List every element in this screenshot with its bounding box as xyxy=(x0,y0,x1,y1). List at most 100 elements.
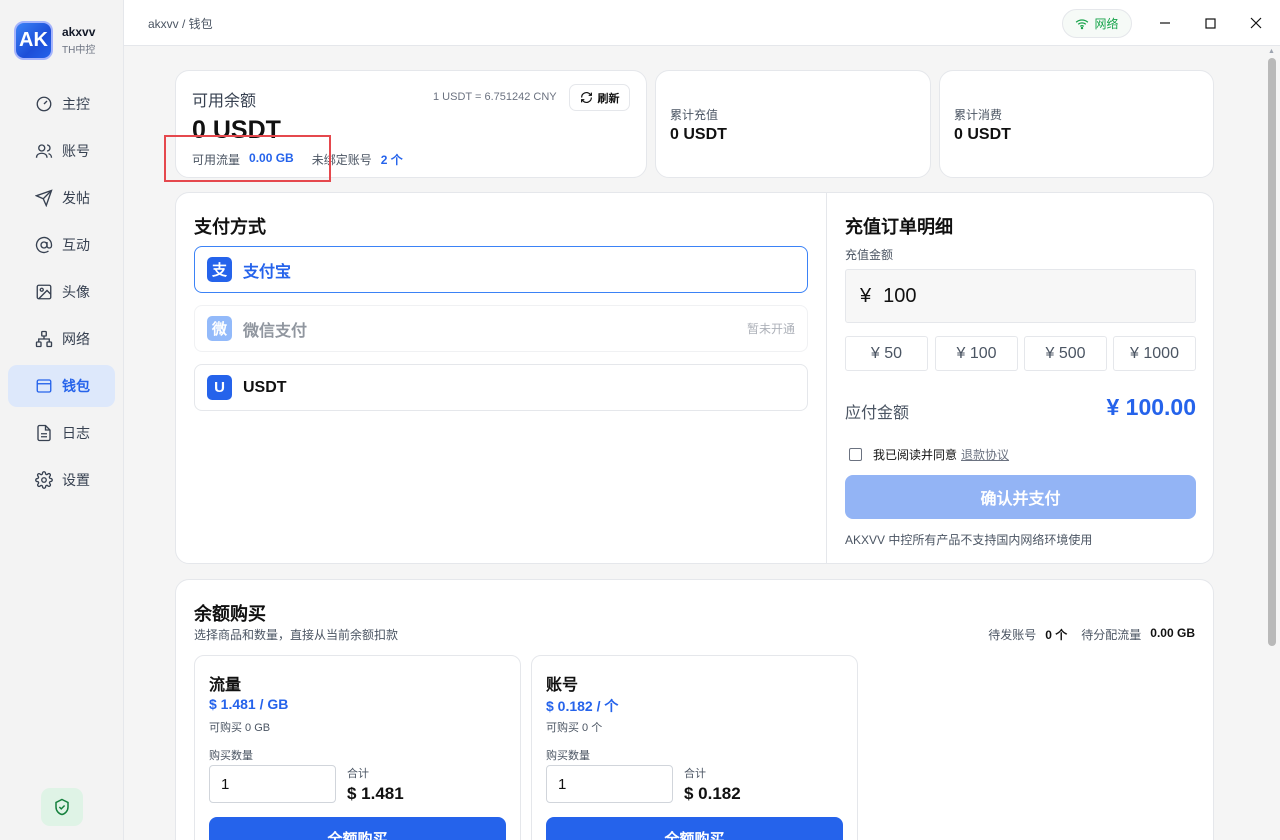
scrollbar-thumb[interactable] xyxy=(1268,58,1276,646)
product-price: $ 0.182 / 个 xyxy=(546,698,619,714)
close-icon xyxy=(1250,17,1262,29)
recharge-card: 支付方式 支 支付宝 微 微信支付 暂未开通 U USDT 充值订单明细 充值金… xyxy=(175,192,1214,564)
amount-due-value: ¥ 100.00 xyxy=(1106,394,1196,420)
refresh-icon xyxy=(580,92,592,103)
total-recharge-value: 0 USDT xyxy=(670,126,727,143)
app-logo: AK xyxy=(14,21,53,60)
balance-purchase-subtitle: 选择商品和数量，直接从当前余额扣款 xyxy=(194,628,399,642)
sidebar-item-label: 发帖 xyxy=(62,190,90,206)
pending-accounts-label: 待发账号 xyxy=(988,628,1037,642)
quantity-input[interactable]: 1 xyxy=(546,765,673,803)
confirm-pay-button[interactable]: 确认并支付 xyxy=(845,475,1196,519)
network-status-button[interactable]: 网络 xyxy=(1062,9,1132,38)
payment-option-label: 微信支付 xyxy=(243,322,308,340)
minimize-icon xyxy=(1160,22,1170,24)
payment-option-alipay[interactable]: 支 支付宝 xyxy=(194,246,808,293)
currency-symbol: ¥ xyxy=(860,284,872,307)
scroll-up-arrow[interactable]: ▲ xyxy=(1268,48,1275,55)
close-window-button[interactable] xyxy=(1245,12,1267,34)
at-icon xyxy=(35,236,53,254)
recharge-amount-input[interactable]: ¥ 100 xyxy=(845,269,1196,323)
product-available: 可购买 0 GB xyxy=(209,722,271,734)
refund-policy-link[interactable]: 退款协议 xyxy=(961,446,1009,463)
wallet-icon xyxy=(36,379,52,393)
sidebar-item-post[interactable]: 发帖 xyxy=(8,177,115,219)
amount-due-label: 应付金额 xyxy=(845,405,910,422)
agreement-row: 我已阅读并同意 退款协议 xyxy=(849,446,1009,463)
pending-traffic-value: 0.00 GB xyxy=(1150,626,1195,640)
minimize-button[interactable] xyxy=(1154,12,1176,34)
alipay-icon: 支 xyxy=(207,257,232,282)
sidebar-item-label: 钱包 xyxy=(62,378,90,394)
product-card-traffic: 流量 $ 1.481 / GB 可购买 0 GB 购买数量 1 合计 $ 1.4… xyxy=(194,655,521,840)
sidebar-item-interact[interactable]: 互动 xyxy=(8,224,115,266)
wechat-pay-icon: 微 xyxy=(207,316,232,341)
quick-amount-100[interactable]: ¥ 100 xyxy=(935,336,1018,371)
security-status-button[interactable] xyxy=(41,788,83,826)
highlight-box xyxy=(164,135,331,182)
sidebar: AK akxvv TH中控 主控 账号 发帖 互动 头像 网络 钱包 日志 设置 xyxy=(0,0,124,840)
quantity-input[interactable]: 1 xyxy=(209,765,336,803)
refresh-label: 刷新 xyxy=(597,92,620,105)
sidebar-nav: 主控 账号 发帖 互动 头像 网络 钱包 日志 设置 xyxy=(8,83,115,506)
payment-option-wechat[interactable]: 微 微信支付 暂未开通 xyxy=(194,305,808,352)
refresh-button[interactable]: 刷新 xyxy=(569,84,630,111)
sidebar-item-dashboard[interactable]: 主控 xyxy=(8,83,115,125)
image-icon xyxy=(36,284,52,300)
pending-accounts-value: 0 个 xyxy=(1045,628,1068,642)
sidebar-item-label: 账号 xyxy=(62,143,90,159)
quantity-label: 购买数量 xyxy=(209,750,253,762)
app-subtitle: TH中控 xyxy=(62,45,96,56)
balance-purchase-card: 余额购买 选择商品和数量，直接从当前余额扣款 待发账号 0 个 待分配流量 0.… xyxy=(175,579,1214,840)
payment-option-usdt[interactable]: U USDT xyxy=(194,364,808,411)
disclaimer-text: AKXVV 中控所有产品不支持国内网络环境使用 xyxy=(845,533,1093,547)
divider xyxy=(826,193,827,563)
balance-title: 可用余额 xyxy=(192,93,257,110)
unbound-value: 2 个 xyxy=(380,153,403,167)
agreement-checkbox[interactable] xyxy=(849,448,862,461)
total-recharge-label: 累计充值 xyxy=(670,108,719,122)
sidebar-item-label: 设置 xyxy=(62,472,90,488)
order-detail-title: 充值订单明细 xyxy=(845,217,953,237)
exchange-rate: 1 USDT = 6.751242 CNY xyxy=(433,91,557,103)
wifi-icon xyxy=(1076,18,1089,29)
maximize-icon xyxy=(1204,17,1216,29)
total-label: 合计 xyxy=(684,768,706,780)
maximize-button[interactable] xyxy=(1199,12,1221,34)
quick-amount-50[interactable]: ¥ 50 xyxy=(845,336,928,371)
brand: AK akxvv TH中控 xyxy=(14,21,95,60)
quick-amount-1000[interactable]: ¥ 1000 xyxy=(1113,336,1196,371)
total-spend-card: 累计消费 0 USDT xyxy=(939,70,1214,178)
product-name: 流量 xyxy=(209,677,242,694)
sidebar-item-avatar[interactable]: 头像 xyxy=(8,271,115,313)
total-label: 合计 xyxy=(347,768,369,780)
recharge-amount-value: 100 xyxy=(883,284,917,307)
buy-button[interactable]: 全额购买 xyxy=(546,817,843,840)
total-value: $ 1.481 xyxy=(347,784,404,803)
sidebar-item-label: 日志 xyxy=(62,425,90,441)
balance-purchase-title: 余额购买 xyxy=(194,604,266,624)
breadcrumb: akxvv / 钱包 xyxy=(148,17,213,31)
sidebar-item-accounts[interactable]: 账号 xyxy=(8,130,115,172)
quick-amount-500[interactable]: ¥ 500 xyxy=(1024,336,1107,371)
sidebar-item-network[interactable]: 网络 xyxy=(8,318,115,360)
usdt-icon: U xyxy=(207,375,232,400)
payment-method-title: 支付方式 xyxy=(194,217,266,237)
payment-option-label: 支付宝 xyxy=(243,263,292,281)
sidebar-item-settings[interactable]: 设置 xyxy=(8,459,115,501)
gauge-icon xyxy=(36,96,52,112)
network-icon xyxy=(35,330,53,348)
product-price: $ 1.481 / GB xyxy=(209,696,289,712)
sidebar-item-wallet[interactable]: 钱包 xyxy=(8,365,115,407)
agreement-text: 我已阅读并同意 xyxy=(873,448,958,462)
quantity-label: 购买数量 xyxy=(546,750,590,762)
product-name: 账号 xyxy=(546,677,579,694)
sidebar-item-label: 主控 xyxy=(62,96,90,112)
network-status-label: 网络 xyxy=(1094,17,1119,31)
shield-check-icon xyxy=(55,798,69,816)
sidebar-item-logs[interactable]: 日志 xyxy=(8,412,115,454)
product-available: 可购买 0 个 xyxy=(546,722,603,734)
buy-button[interactable]: 全额购买 xyxy=(209,817,506,840)
product-card-account: 账号 $ 0.182 / 个 可购买 0 个 购买数量 1 合计 $ 0.182… xyxy=(531,655,858,840)
file-text-icon xyxy=(37,424,51,442)
